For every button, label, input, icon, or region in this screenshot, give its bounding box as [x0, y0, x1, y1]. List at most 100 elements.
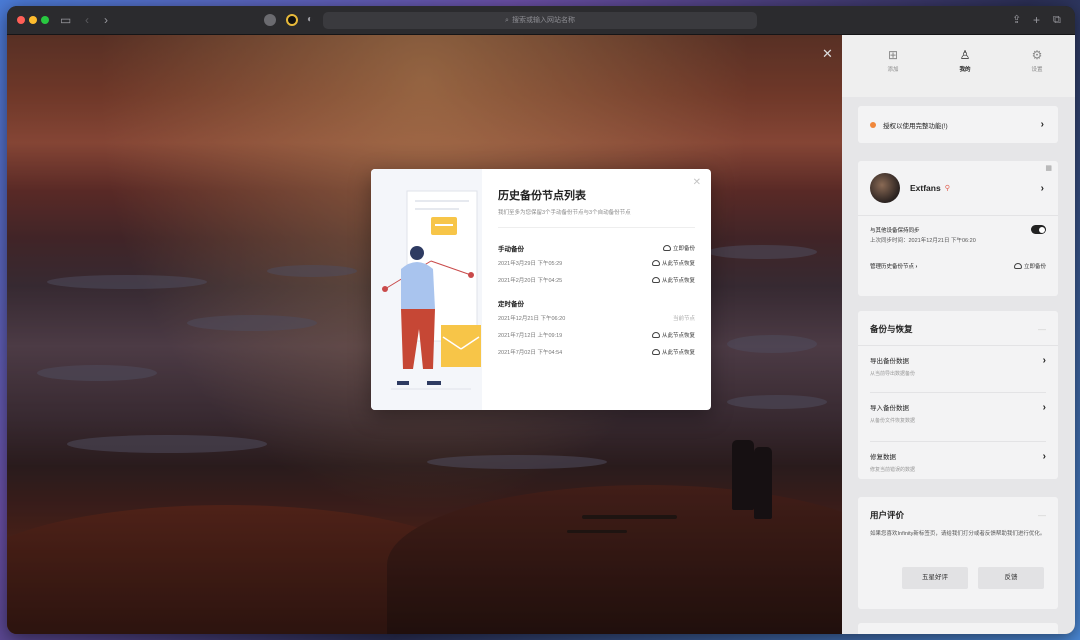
item-desc: 从当前导出数据备份	[870, 371, 916, 377]
chevron-right-icon: ›	[1040, 119, 1044, 130]
back-icon[interactable]: ‹	[85, 12, 89, 28]
section-title: 用户评价	[870, 510, 905, 520]
cloud-upload-icon	[662, 245, 671, 251]
chevron-right-icon: ›	[1040, 182, 1044, 194]
backup-node-row: 2021年7月02日 下午04:54 从此节点恢复	[498, 343, 695, 360]
restore-node-button[interactable]: 从此节点恢复	[651, 331, 695, 339]
repair-data-item[interactable]: 修复数据 修复当前错误的数据 ›	[858, 442, 1058, 473]
tab-overview-icon[interactable]: ⧉	[1053, 12, 1061, 28]
zoom-window-button[interactable]	[41, 16, 49, 24]
browser-toolbar: ▭ ‹ › ◐ ⌕ 搜索或输入网站名称 ⇪ + ⧉	[7, 6, 1075, 35]
restore-node-label: 从此节点恢复	[661, 349, 695, 356]
tab-settings[interactable]: ⚙ 设置	[1012, 47, 1062, 73]
backup-restore-card: 备份与恢复 — 导出备份数据 从当前导出数据备份 › 导入备份数据 从备份文件恢…	[858, 311, 1058, 479]
item-title: 修复数据	[870, 454, 896, 461]
chevron-right-icon: ›	[1042, 402, 1046, 413]
export-backup-item[interactable]: 导出备份数据 从当前导出数据备份 ›	[858, 346, 1058, 392]
backup-history-modal: ✕ 历史备份节点列表 我们至多为您保留3个手动备份节点与3个自动备份节点 手动备…	[371, 169, 711, 410]
address-bar[interactable]: ⌕ 搜索或输入网站名称	[323, 12, 757, 29]
section-header: 用户评价 —	[858, 497, 1058, 521]
modal-title: 历史备份节点列表	[498, 190, 586, 202]
cloud-upload-icon	[1013, 263, 1022, 269]
profile-row[interactable]: Extfans ⚲ ›	[858, 161, 1058, 203]
manage-row: 管理历史备份节点 › 立即备份	[858, 244, 1058, 270]
close-window-button[interactable]	[17, 16, 25, 24]
section-header: 备份与恢复 —	[858, 311, 1058, 335]
search-icon: ⌕	[505, 17, 509, 24]
feedback-button[interactable]: 反馈	[978, 567, 1044, 589]
tab-favicon-globe-icon[interactable]	[264, 14, 276, 26]
backup-node-date: 2021年7月02日 下午04:54	[498, 349, 563, 356]
divider	[498, 227, 695, 228]
minimize-window-button[interactable]	[29, 16, 37, 24]
collapse-icon[interactable]: —	[1038, 325, 1046, 334]
sync-row: 与其他设备保持同步	[858, 216, 1058, 234]
manage-backup-label: 管理历史备份节点	[870, 264, 915, 270]
backup-now-label: 立即备份	[1023, 264, 1046, 270]
current-node-label: 当前节点	[672, 315, 695, 322]
restore-node-label: 从此节点恢复	[661, 277, 695, 284]
license-card[interactable]: 授权以使用完整功能(!) ›	[858, 106, 1058, 143]
section-title: 备份与恢复	[870, 324, 913, 334]
chevron-right-icon: ›	[1042, 451, 1046, 462]
new-tab-icon[interactable]: +	[1033, 12, 1040, 28]
donate-card: 打赏	[858, 623, 1058, 634]
backup-illustration-icon	[382, 190, 481, 390]
backup-node-date: 2021年7月12日 上午09:19	[498, 332, 563, 339]
backup-node-row: 2021年7月12日 上午09:19 从此节点恢复	[498, 326, 695, 343]
last-sync-text: 上次同步时间：2021年12月21日 下午06:20	[870, 238, 976, 244]
restore-node-button[interactable]: 从此节点恢复	[651, 276, 695, 284]
backup-now-button[interactable]: 立即备份	[662, 244, 695, 252]
collapse-icon[interactable]: —	[1038, 511, 1046, 520]
chevron-right-icon: ›	[915, 264, 918, 270]
browser-window: ▭ ‹ › ◐ ⌕ 搜索或输入网站名称 ⇪ + ⧉ ✕ ✕ 历史备份节点列表 我…	[7, 6, 1075, 634]
restore-node-label: 从此节点恢复	[661, 260, 695, 267]
import-backup-item[interactable]: 导入备份数据 从备份文件恢复数据 ›	[858, 393, 1058, 441]
backup-node-row: 2021年12月21日 下午06:20 当前节点	[498, 309, 695, 326]
profile-name: Extfans	[910, 183, 941, 193]
backup-now-label: 立即备份	[672, 246, 695, 252]
warning-dot-icon	[870, 121, 876, 128]
cloud-download-icon	[651, 348, 660, 355]
manual-backup-header: 手动备份 立即备份	[498, 242, 695, 254]
profile-card: ▦ Extfans ⚲ › 与其他设备保持同步 上次同步时间：2021年12月2…	[858, 161, 1058, 296]
license-text: 授权以使用完整功能(!)	[870, 120, 948, 130]
scheduled-backup-header: 定时备份	[498, 297, 695, 309]
sidebar-tabs: ⊞ 添加 ♙ 我的 ⚙ 设置	[842, 35, 1075, 97]
avatar	[870, 173, 900, 203]
tab-label: 我的	[959, 67, 971, 73]
restore-node-button[interactable]: 从此节点恢复	[651, 259, 695, 267]
restore-node-label: 从此节点恢复	[661, 332, 695, 339]
backup-node-row: 2021年2月20日 下午04:25 从此节点恢复	[498, 271, 695, 288]
five-star-review-button[interactable]: 五星好评	[902, 567, 968, 589]
item-desc: 修复当前错误的数据	[870, 467, 916, 473]
qr-code-icon[interactable]: ▦	[1045, 164, 1052, 172]
scheduled-backup-title: 定时备份	[498, 301, 524, 308]
item-title: 导入备份数据	[870, 405, 909, 412]
tab-label: 添加	[887, 67, 899, 73]
tab-add[interactable]: ⊞ 添加	[868, 47, 918, 73]
section-header: 打赏	[858, 623, 1058, 634]
forward-icon[interactable]: ›	[104, 12, 108, 28]
sidebar-backup-now-button[interactable]: 立即备份	[1013, 262, 1046, 270]
address-placeholder: 搜索或输入网站名称	[511, 17, 575, 24]
backup-node-date: 2021年2月20日 下午04:25	[498, 277, 563, 284]
item-desc: 从备份文件恢复数据	[870, 418, 916, 424]
manual-backup-title: 手动备份	[498, 246, 524, 253]
sync-toggle[interactable]	[1031, 225, 1046, 234]
privacy-shield-icon[interactable]: ◐	[307, 12, 313, 28]
backup-node-date: 2021年3月29日 下午05:29	[498, 260, 563, 267]
cloud-download-icon	[651, 259, 660, 266]
sidebar-toggle-icon[interactable]: ▭	[60, 12, 71, 28]
close-overlay-icon[interactable]: ✕	[822, 46, 833, 62]
share-icon[interactable]: ⇪	[1012, 12, 1021, 28]
user-review-card: 用户评价 — 如果您喜欢Infinity新标签页，请给我们打分或者反馈帮助我们进…	[858, 497, 1058, 609]
cloud-download-icon	[651, 276, 660, 283]
review-text: 如果您喜欢Infinity新标签页，请给我们打分或者反馈帮助我们进行优化。	[870, 531, 1046, 537]
manage-backup-link[interactable]: 管理历史备份节点 ›	[870, 262, 917, 270]
tab-mine[interactable]: ♙ 我的	[940, 47, 990, 73]
chevron-right-icon: ›	[1042, 355, 1046, 366]
tab-favicon-extension-icon[interactable]	[286, 14, 298, 26]
restore-node-button[interactable]: 从此节点恢复	[651, 348, 695, 356]
settings-sidebar: ⊞ 添加 ♙ 我的 ⚙ 设置 授权以使用完整功能(!) › ▦ Extfans …	[842, 35, 1075, 634]
